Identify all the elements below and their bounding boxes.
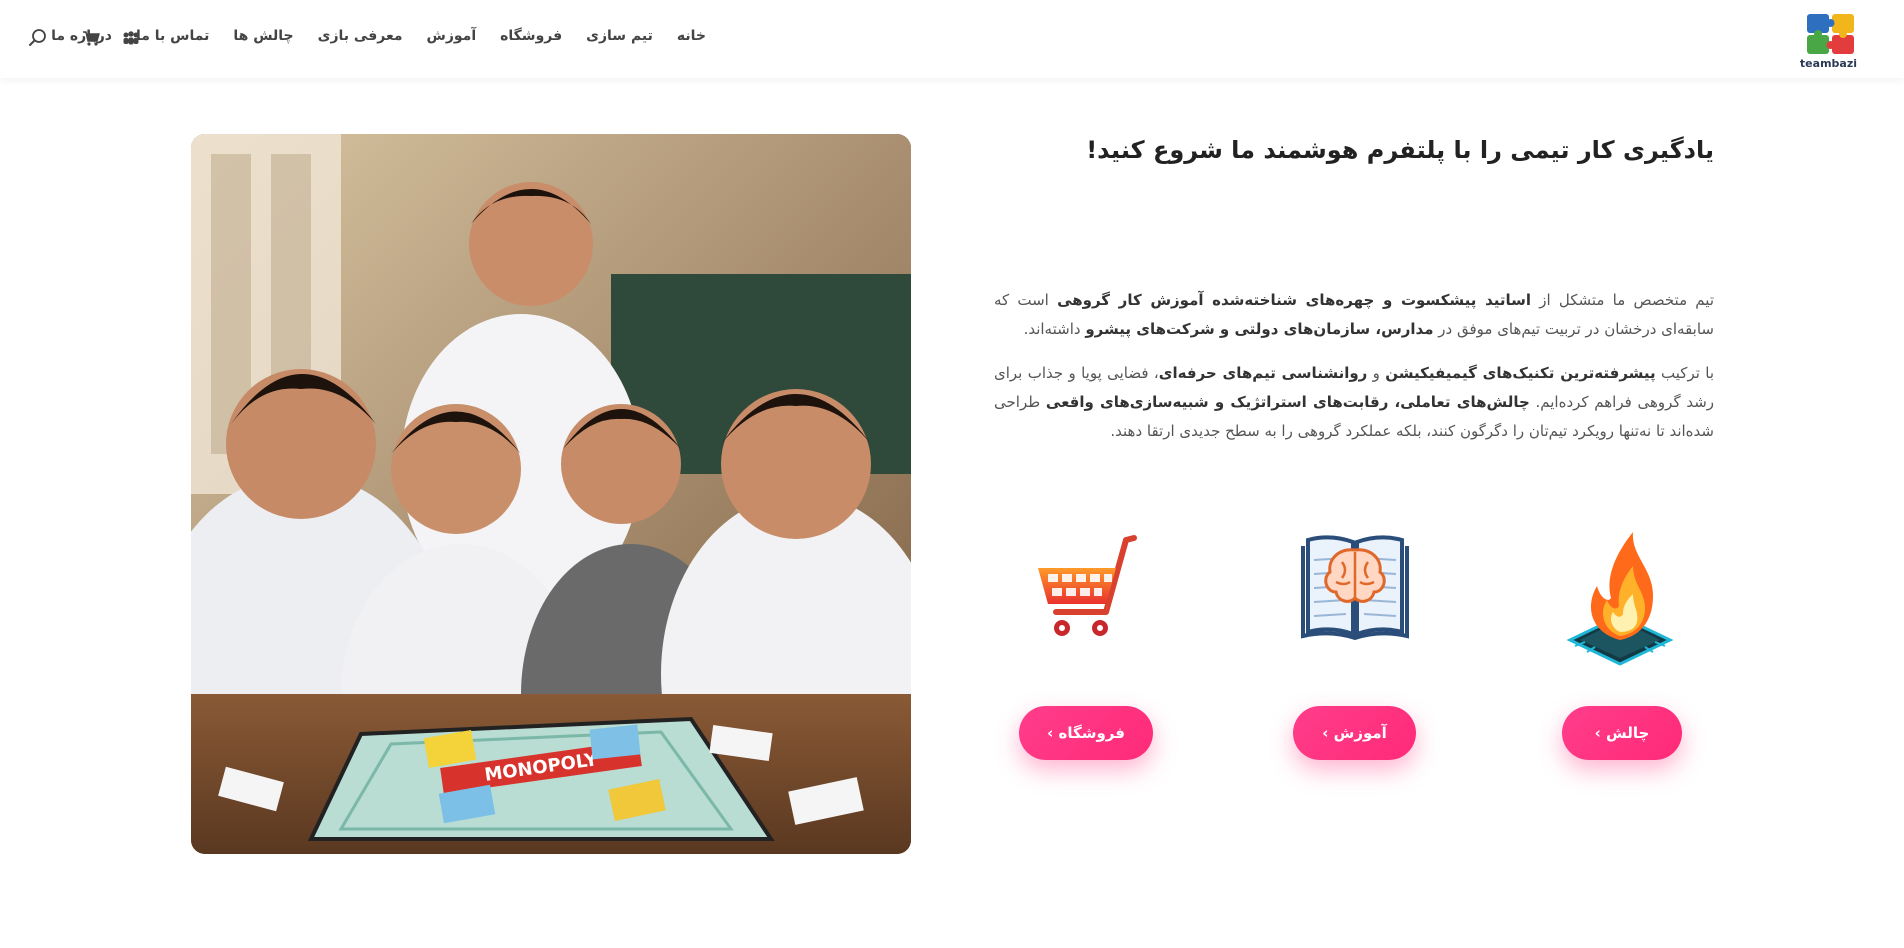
brand-name: teambazi — [1799, 57, 1857, 70]
header-icons — [28, 28, 140, 48]
nav-item-team-building[interactable]: تیم سازی — [574, 28, 665, 44]
hero-title: یادگیری کار تیمی را با پلتفرم هوشمند ما … — [1086, 136, 1714, 164]
nav-item-games[interactable]: معرفی بازی — [306, 28, 415, 44]
nav-item-learn[interactable]: آموزش — [415, 28, 489, 44]
nav-item-home[interactable]: خانه — [665, 28, 718, 44]
puzzle-logo-icon — [1807, 14, 1854, 54]
site-header: teambazi خانه تیم سازی فروشگاه آموزش معر… — [0, 0, 1904, 78]
brand-logo[interactable]: teambazi — [1799, 12, 1857, 70]
fire-chip-icon — [1566, 532, 1674, 666]
search-icon[interactable] — [28, 28, 48, 48]
intro-paragraph-2: با ترکیب پیشرفته‌ترین تکنیک‌های گیمیفیکی… — [994, 364, 1715, 440]
students-board-game-image: MONOPOLY — [191, 134, 911, 854]
cart-icon[interactable] — [82, 30, 100, 46]
team-icon[interactable] — [122, 31, 140, 45]
brain-book-icon — [1301, 535, 1409, 640]
nav-item-shop[interactable]: فروشگاه — [488, 28, 574, 44]
intro-paragraph-1: تیم متخصص ما متشکل از اساتید پیشکسوت و چ… — [994, 291, 1714, 338]
nav-item-challenges[interactable]: چالش ها — [221, 28, 305, 44]
shopping-cart-icon — [1038, 535, 1137, 636]
hero-photo: MONOPOLY — [191, 134, 911, 854]
challenge-button[interactable]: چالش › — [1562, 706, 1682, 760]
main-nav: خانه تیم سازی فروشگاه آموزش معرفی بازی چ… — [39, 28, 718, 44]
shop-button[interactable]: فروشگاه › — [1019, 706, 1153, 760]
learn-button[interactable]: آموزش › — [1293, 706, 1416, 760]
